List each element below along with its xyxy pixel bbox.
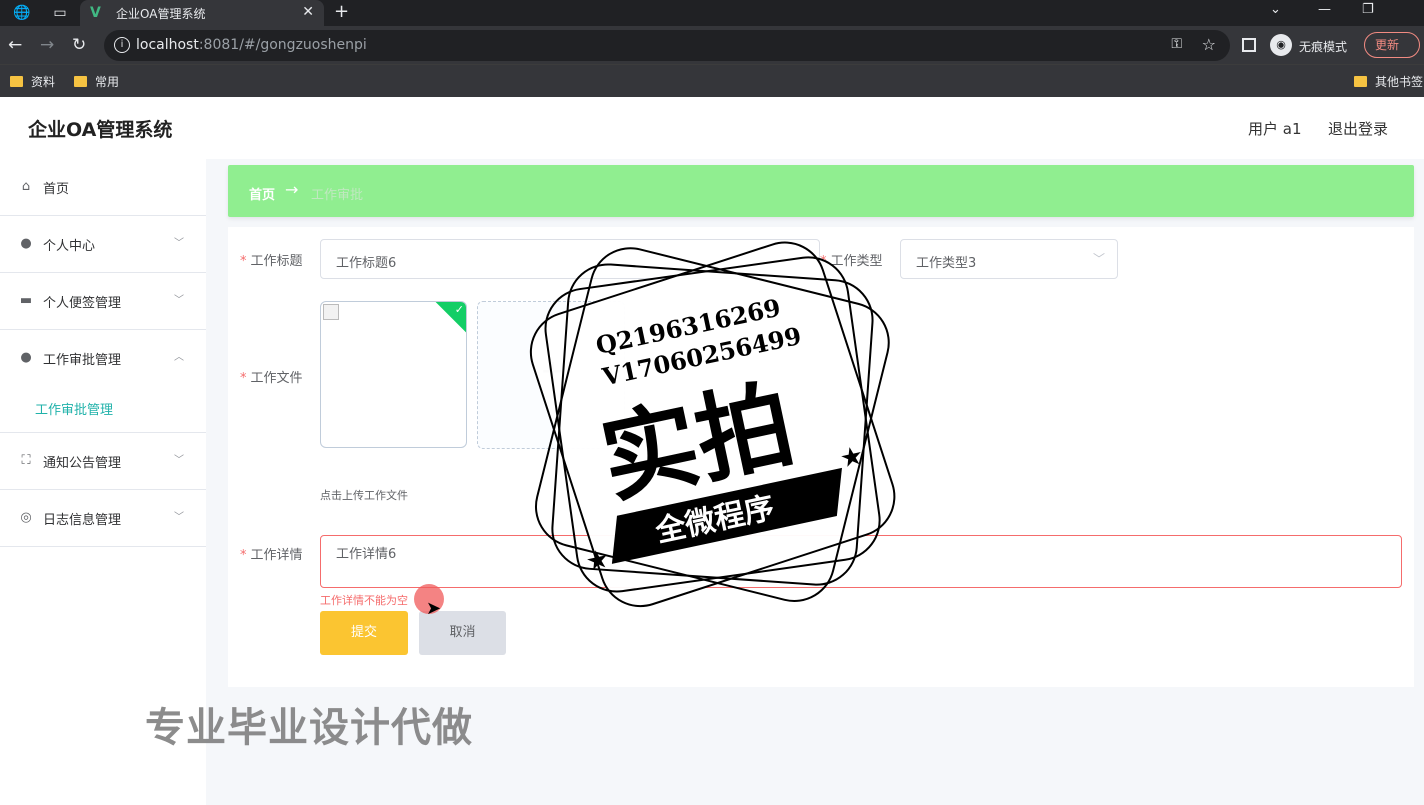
briefcase-icon: ▬ [19, 293, 33, 308]
detail-error: 工作详情不能为空 [320, 594, 408, 607]
breadcrumb-separator: → [285, 180, 299, 199]
sidebar-subitem-label: 工作审批管理 [35, 403, 114, 418]
browser-tab[interactable]: V 企业OA管理系统 ✕ [80, 0, 324, 26]
star-icon[interactable]: ☆ [1202, 35, 1216, 54]
watermark-text: 专业毕业设计代做 [145, 705, 473, 751]
type-select[interactable]: 工作类型3 ﹀ [900, 239, 1118, 279]
breadcrumb: 首页 → 工作审批 [228, 165, 1414, 217]
sidebar-item-home[interactable]: ⌂ 首页 [0, 159, 206, 216]
sidebar-item-label: 工作审批管理 [43, 353, 122, 368]
vue-icon: V [90, 5, 101, 21]
sidebar-item-label: 个人中心 [43, 239, 96, 254]
address-bar[interactable]: i localhost:8081/#/gongzuoshenpi ⚿ ☆ [104, 30, 1230, 61]
folder-icon [1354, 76, 1367, 87]
user-icon: ● [20, 350, 32, 365]
chevron-down-icon[interactable]: ⌄ [1270, 2, 1281, 17]
upload-tip: 点击上传工作文件 [320, 489, 408, 502]
chevron-up-icon: ︿ [174, 352, 184, 363]
submit-button[interactable]: 提交 [320, 611, 408, 655]
breadcrumb-current: 工作审批 [311, 188, 364, 203]
breadcrumb-home[interactable]: 首页 [249, 184, 275, 203]
folder-icon [74, 76, 87, 87]
tab-title: 企业OA管理系统 [116, 7, 206, 21]
sidebar-item-label: 个人便签管理 [43, 296, 122, 311]
cursor-icon: ➤ [426, 598, 442, 619]
reload-icon[interactable]: ↻ [72, 35, 86, 55]
folder-icon [10, 76, 23, 87]
browser-tab-bar: 🌐 ▭ V 企业OA管理系统 ✕ + ⌄ — ❐ [0, 0, 1424, 26]
bookmark-folder[interactable]: 资料 [10, 73, 55, 90]
home-icon: ⌂ [21, 179, 31, 194]
file-label: * 工作文件 [240, 371, 303, 386]
globe-icon[interactable]: 🌐 [12, 3, 32, 23]
info-icon[interactable]: i [114, 37, 130, 53]
logout-link[interactable]: 退出登录 [1328, 118, 1388, 139]
chevron-down-icon: ﹀ [174, 455, 184, 466]
check-icon: ✓ [454, 303, 464, 316]
url-text[interactable]: localhost:8081/#/gongzuoshenpi [136, 37, 367, 53]
restore-icon[interactable]: ❐ [1362, 2, 1374, 17]
chevron-down-icon: ﹀ [174, 295, 184, 306]
incognito-icon[interactable]: ◉ [1270, 34, 1292, 56]
new-tab-icon[interactable]: + [334, 1, 349, 22]
app-title: 企业OA管理系统 [28, 119, 173, 141]
detail-label: * 工作详情 [240, 548, 303, 563]
sidebar-item-logs[interactable]: ◎ 日志信息管理 ﹀ [0, 490, 206, 547]
user-icon: ● [20, 236, 32, 251]
sidebar-item-label: 通知公告管理 [43, 456, 122, 471]
sidebar-item-personal-center[interactable]: ● 个人中心 ﹀ [0, 216, 206, 273]
sidebar-item-approval[interactable]: ● 工作审批管理 ︿ [0, 330, 206, 387]
tab-strip-icon[interactable]: ▭ [50, 3, 70, 23]
minimize-icon[interactable]: — [1318, 2, 1331, 17]
other-bookmarks[interactable]: 其他书签 [1354, 73, 1423, 90]
watermark-stamp: Q2196316269 V17060256499 实拍 全微程序 ★ ★ [529, 241, 896, 608]
back-icon[interactable]: ← [8, 35, 22, 55]
broken-image-icon [323, 304, 339, 320]
chevron-down-icon: ﹀ [174, 512, 184, 523]
fullscreen-icon: ⛶ [21, 453, 31, 468]
browser-toolbar: ← → ↻ i localhost:8081/#/gongzuoshenpi ⚿… [0, 26, 1424, 64]
sidebar-item-notices[interactable]: ⛶ 通知公告管理 ﹀ [0, 433, 206, 490]
side-panel-icon[interactable] [1242, 38, 1256, 52]
user-label: 用户 a1 [1248, 120, 1302, 138]
sidebar-item-label: 首页 [43, 182, 70, 197]
title-label: * 工作标题 [240, 254, 303, 269]
incognito-label: 无痕模式 [1299, 40, 1348, 54]
close-icon[interactable]: ✕ [302, 4, 314, 20]
bookmarks-bar: 资料 常用 其他书签 [0, 64, 1424, 97]
sidebar-item-notes[interactable]: ▬ 个人便签管理 ﹀ [0, 273, 206, 330]
bookmark-folder[interactable]: 常用 [74, 73, 119, 90]
sidebar-subitem-approval[interactable]: 工作审批管理 [0, 383, 206, 433]
chevron-down-icon: ﹀ [174, 238, 184, 249]
update-button[interactable]: 更新 [1364, 32, 1420, 58]
compass-icon: ◎ [20, 510, 32, 525]
key-icon[interactable]: ⚿ [1171, 36, 1182, 52]
app-header: 企业OA管理系统 用户 a1 退出登录 [0, 97, 1424, 159]
sidebar-item-label: 日志信息管理 [43, 513, 122, 528]
forward-icon[interactable]: → [40, 35, 54, 55]
uploaded-file-thumbnail[interactable]: ✓ [320, 301, 467, 448]
chevron-down-icon: ﹀ [1092, 252, 1105, 266]
